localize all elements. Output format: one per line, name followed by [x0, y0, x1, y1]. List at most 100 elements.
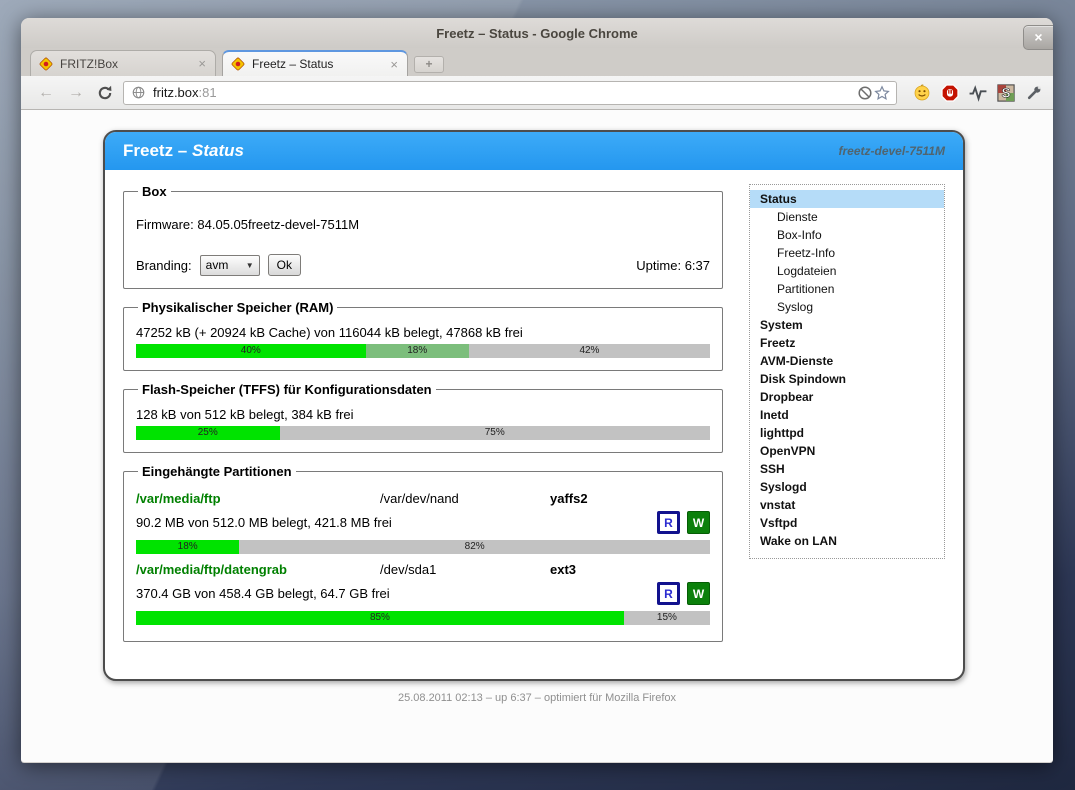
page-title-status: Status	[192, 141, 244, 160]
globe-icon	[130, 84, 147, 101]
box-fieldset: Box Firmware: 84.05.05freetz-devel-7511M…	[123, 184, 723, 289]
smiley-extension-icon[interactable]	[912, 83, 931, 102]
partition-usage-row: 370.4 GB von 458.4 GB belegt, 64.7 GB fr…	[136, 582, 710, 605]
sidebar-item-dienste[interactable]: Dienste	[750, 208, 944, 226]
usage-bar-segment: 85%	[136, 611, 624, 625]
sidebar-item-disk-spindown[interactable]: Disk Spindown	[750, 370, 944, 388]
partition-usage-text: 90.2 MB von 512.0 MB belegt, 421.8 MB fr…	[136, 515, 392, 530]
partition-rw-buttons: R W	[657, 511, 710, 534]
sidebar-item-box-info[interactable]: Box-Info	[750, 226, 944, 244]
sidebar-item-vsftpd[interactable]: Vsftpd	[750, 514, 944, 532]
ram-usage-bar: 40%18%42%	[136, 344, 710, 358]
partition-device: /dev/sda1	[380, 562, 550, 577]
partition-filesystem: ext3	[550, 562, 710, 577]
sidebar-item-vnstat[interactable]: vnstat	[750, 496, 944, 514]
usage-bar-segment: 18%	[136, 540, 239, 554]
tab-close-icon[interactable]: ×	[388, 58, 400, 71]
remount-writable-button[interactable]: W	[687, 511, 710, 534]
sidebar-item-wake-on-lan[interactable]: Wake on LAN	[750, 532, 944, 550]
new-tab-button[interactable]: +	[414, 56, 444, 73]
address-bar[interactable]: fritz.box:81	[123, 81, 897, 105]
partition-mount-link[interactable]: /var/media/ftp	[136, 491, 380, 506]
partitions-fieldset: Eingehängte Partitionen /var/media/ftp /…	[123, 464, 723, 642]
branding-selected-value: avm	[206, 258, 229, 272]
page-title-prefix: Freetz –	[123, 141, 187, 160]
sidebar-item-freetz-info[interactable]: Freetz-Info	[750, 244, 944, 262]
usage-bar-segment: 42%	[469, 344, 710, 358]
sidebar-menu: StatusDiensteBox-InfoFreetz-InfoLogdatei…	[749, 184, 945, 559]
browser-toolbar: ← → fritz.box:81	[21, 76, 1053, 110]
sidebar-item-inetd[interactable]: Inetd	[750, 406, 944, 424]
fritz-favicon-icon	[230, 56, 246, 72]
usage-bar-segment: 18%	[366, 344, 469, 358]
sidebar-item-freetz[interactable]: Freetz	[750, 334, 944, 352]
ram-usage-text: 47252 kB (+ 20924 kB Cache) von 116044 k…	[136, 325, 710, 340]
sidebar-item-dropbear[interactable]: Dropbear	[750, 388, 944, 406]
page-footer: 25.08.2011 02:13 – up 6:37 – optimiert f…	[21, 692, 1053, 704]
ok-button[interactable]: Ok	[268, 254, 301, 276]
sidebar-item-openvpn[interactable]: OpenVPN	[750, 442, 944, 460]
sidebar-item-avm-dienste[interactable]: AVM-Dienste	[750, 352, 944, 370]
tab-label: FRITZ!Box	[60, 57, 196, 71]
sidebar-item-syslogd[interactable]: Syslogd	[750, 478, 944, 496]
browser-window: Freetz – Status - Google Chrome × FRITZ!…	[21, 18, 1053, 763]
tab-strip: FRITZ!Box × Freetz – Status × +	[21, 48, 1053, 76]
sidebar-item-system[interactable]: System	[750, 316, 944, 334]
svg-text:S: S	[1001, 85, 1010, 100]
sidebar-item-ssh[interactable]: SSH	[750, 460, 944, 478]
fritz-favicon-icon	[38, 56, 54, 72]
sidebar-item-lighttpd[interactable]: lighttpd	[750, 424, 944, 442]
tffs-usage-text: 128 kB von 512 kB belegt, 384 kB frei	[136, 407, 710, 422]
usage-bar-segment: 82%	[239, 540, 710, 554]
remount-readonly-button[interactable]: R	[657, 511, 680, 534]
window-title: Freetz – Status - Google Chrome	[436, 26, 638, 41]
freetz-page: Freetz – Status freetz-devel-7511M Box F…	[103, 130, 965, 681]
partition-usage-row: 90.2 MB von 512.0 MB belegt, 421.8 MB fr…	[136, 511, 710, 534]
tab-freetz-status[interactable]: Freetz – Status ×	[222, 50, 408, 76]
tab-label: Freetz – Status	[252, 57, 388, 71]
window-close-button[interactable]: ×	[1023, 25, 1053, 50]
wrench-menu-icon[interactable]	[1024, 83, 1043, 102]
usage-bar-segment: 75%	[280, 426, 711, 440]
bookmark-star-icon[interactable]	[873, 84, 890, 101]
sidebar-item-logdateien[interactable]: Logdateien	[750, 262, 944, 280]
sidebar-item-partitionen[interactable]: Partitionen	[750, 280, 944, 298]
ram-fieldset: Physikalischer Speicher (RAM) 47252 kB (…	[123, 300, 723, 371]
partition-header-row: /var/media/ftp/datengrab /dev/sda1 ext3	[136, 562, 710, 577]
remount-writable-button[interactable]: W	[687, 582, 710, 605]
sidebar-item-status[interactable]: Status	[750, 190, 944, 208]
forward-icon[interactable]: →	[61, 84, 91, 102]
branding-label: Branding:	[136, 258, 192, 273]
stylish-extension-icon[interactable]: S	[996, 83, 1015, 102]
tffs-usage-bar: 25%75%	[136, 426, 710, 440]
partition-device: /var/dev/nand	[380, 491, 550, 506]
partition-rw-buttons: R W	[657, 582, 710, 605]
url-port: :81	[199, 85, 217, 100]
partition-mount-link[interactable]: /var/media/ftp/datengrab	[136, 562, 380, 577]
reload-icon[interactable]	[93, 82, 117, 104]
pulse-extension-icon[interactable]	[968, 83, 987, 102]
usage-bar-segment: 40%	[136, 344, 366, 358]
partition-usage-bar: 18%82%	[136, 540, 710, 554]
uptime-label: Uptime: 6:37	[636, 258, 710, 273]
usage-bar-segment: 25%	[136, 426, 280, 440]
partition-filesystem: yaffs2	[550, 491, 710, 506]
back-icon[interactable]: ←	[31, 84, 61, 102]
url-host: fritz.box	[153, 85, 199, 100]
page-body: Box Firmware: 84.05.05freetz-devel-7511M…	[105, 170, 963, 679]
partition-usage-bar: 85%15%	[136, 611, 710, 625]
main-column: Box Firmware: 84.05.05freetz-devel-7511M…	[123, 184, 723, 653]
window-titlebar[interactable]: Freetz – Status - Google Chrome ×	[21, 18, 1053, 48]
remount-readonly-button[interactable]: R	[657, 582, 680, 605]
page-title: Freetz – Status	[123, 141, 244, 161]
tab-close-icon[interactable]: ×	[196, 57, 208, 70]
tab-fritzbox[interactable]: FRITZ!Box ×	[30, 50, 216, 76]
blocked-content-icon[interactable]	[856, 84, 873, 101]
usage-bar-segment: 15%	[624, 611, 710, 625]
sidebar-item-syslog[interactable]: Syslog	[750, 298, 944, 316]
branding-select[interactable]: avm ▼	[200, 255, 260, 276]
ram-legend: Physikalischer Speicher (RAM)	[138, 300, 337, 315]
page-content: Freetz – Status freetz-devel-7511M Box F…	[21, 110, 1053, 762]
stop-hand-extension-icon[interactable]	[940, 83, 959, 102]
tffs-legend: Flash-Speicher (TFFS) für Konfigurations…	[138, 382, 436, 397]
